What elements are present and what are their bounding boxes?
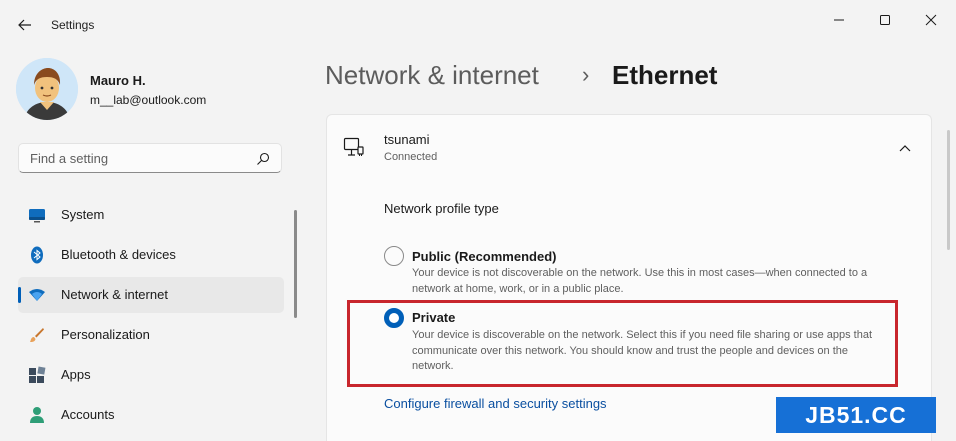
network-profile-heading: Network profile type: [384, 201, 499, 216]
sidebar-item-system[interactable]: System: [18, 197, 284, 233]
user-name: Mauro H.: [90, 73, 146, 88]
back-arrow-icon: [18, 19, 31, 31]
selection-indicator: [18, 287, 21, 303]
public-option-title[interactable]: Public (Recommended): [412, 249, 556, 264]
system-icon: [29, 209, 45, 223]
public-option-description: Your device is not discoverable on the n…: [412, 267, 868, 295]
avatar-image: [16, 58, 78, 120]
highlight-box: [347, 300, 898, 387]
apps-icon: [29, 366, 46, 383]
sidebar-item-label: Bluetooth & devices: [61, 247, 176, 262]
sidebar-item-bluetooth[interactable]: Bluetooth & devices: [18, 237, 284, 273]
connection-name: tsunami: [384, 132, 430, 147]
app-title: Settings: [51, 18, 95, 32]
back-button[interactable]: [12, 12, 38, 38]
sidebar-item-label: Personalization: [61, 327, 150, 342]
sidebar-item-label: Accounts: [61, 407, 115, 422]
sidebar-item-label: Network & internet: [61, 287, 168, 302]
minimize-button[interactable]: [816, 6, 862, 34]
sidebar-item-apps[interactable]: Apps: [18, 357, 284, 393]
maximize-button[interactable]: [862, 6, 908, 34]
page-title: Ethernet: [612, 60, 718, 90]
ethernet-icon: [343, 137, 364, 156]
collapse-button[interactable]: [894, 137, 916, 159]
search-input[interactable]: [28, 150, 252, 167]
sidebar-item-accounts[interactable]: Accounts: [18, 397, 284, 433]
connection-status: Connected: [384, 151, 438, 163]
main-scrollbar[interactable]: [947, 130, 950, 250]
sidebar-item-network[interactable]: Network & internet: [18, 277, 284, 313]
firewall-settings-link[interactable]: Configure firewall and security settings: [384, 396, 607, 411]
bluetooth-icon: [31, 246, 43, 264]
user-email: m__lab@outlook.com: [90, 93, 207, 107]
breadcrumb-parent[interactable]: Network & internet: [325, 60, 539, 91]
minimize-icon: [834, 19, 844, 21]
close-icon: [925, 14, 937, 26]
sidebar-item-label: Apps: [61, 367, 91, 382]
search-icon[interactable]: [255, 151, 271, 167]
chevron-up-icon: [899, 145, 911, 152]
avatar[interactable]: [16, 58, 78, 120]
sidebar-item-label: System: [61, 207, 105, 222]
maximize-icon: [880, 15, 890, 25]
search-box[interactable]: [18, 143, 282, 173]
watermark-logo: JB51.CC: [776, 397, 936, 433]
public-radio[interactable]: [384, 246, 404, 266]
title-bar: Settings: [0, 0, 956, 48]
close-button[interactable]: [908, 6, 954, 34]
wifi-icon: [29, 289, 45, 301]
sidebar-item-personalization[interactable]: Personalization: [18, 317, 284, 353]
brush-icon: [30, 328, 44, 342]
sidebar-scrollbar[interactable]: [294, 210, 297, 318]
breadcrumb-separator: ›: [582, 62, 590, 87]
person-icon: [30, 407, 44, 423]
